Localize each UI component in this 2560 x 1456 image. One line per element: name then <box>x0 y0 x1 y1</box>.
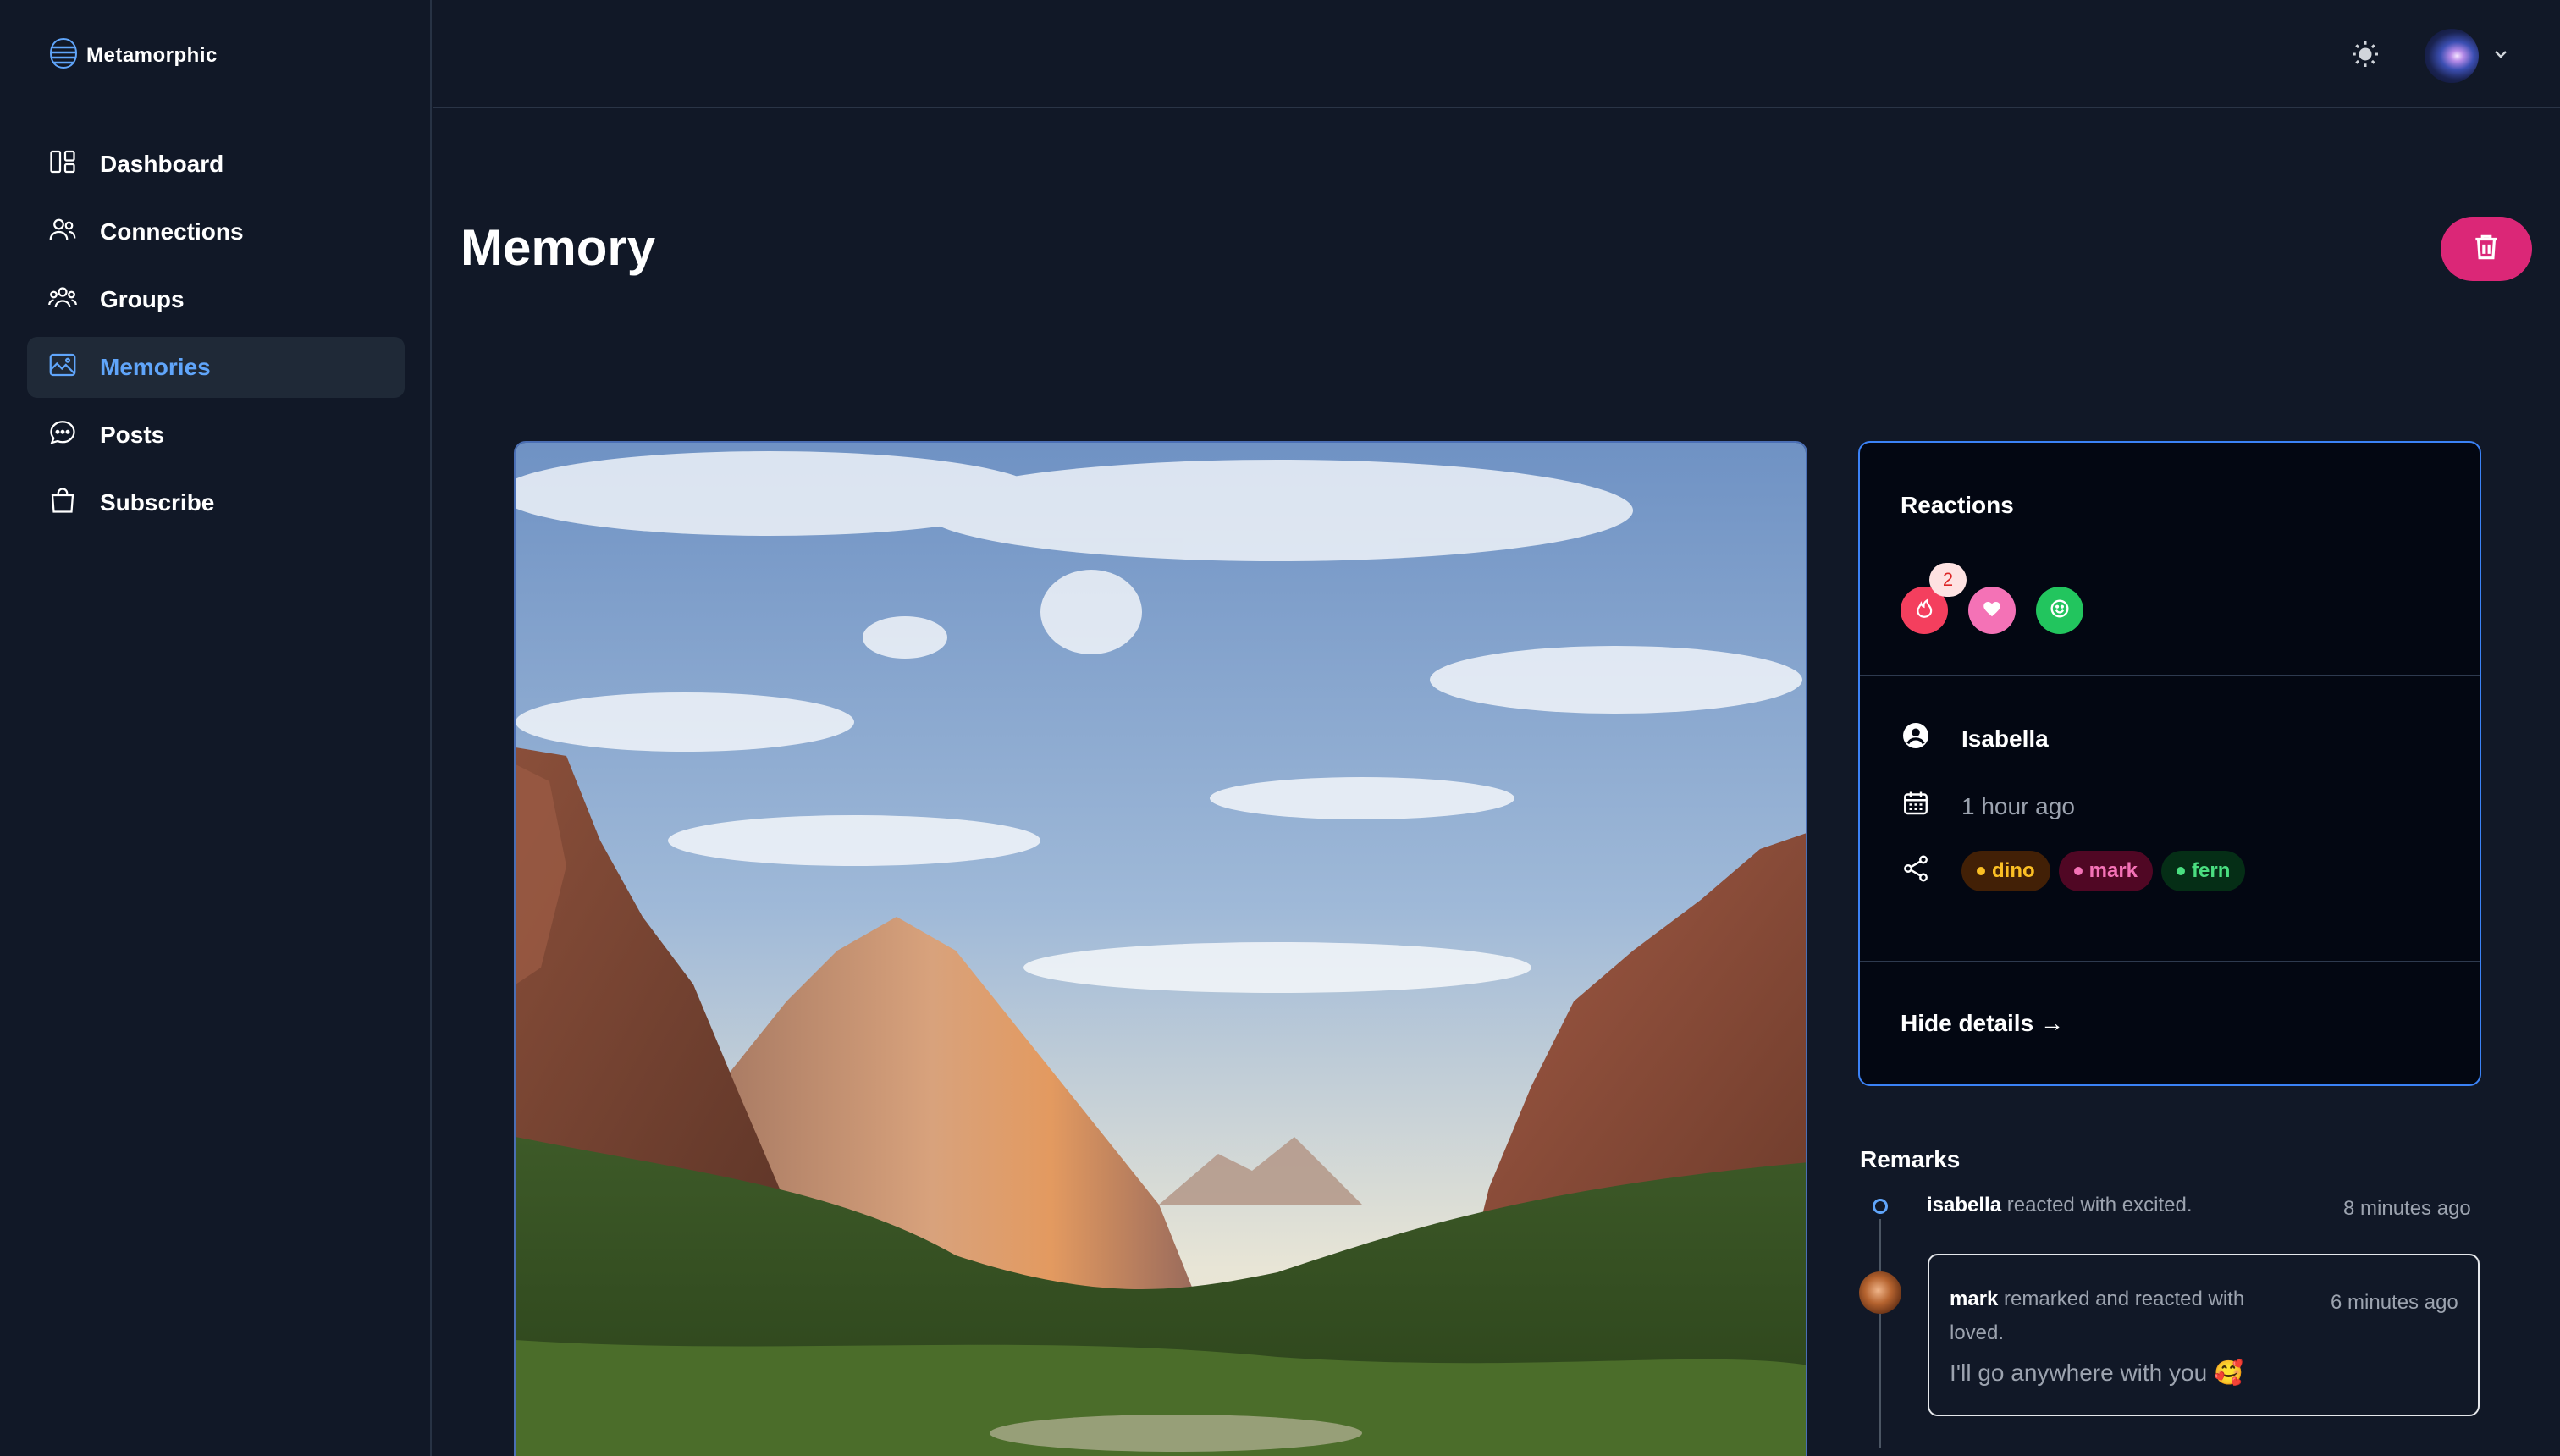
hide-details-link[interactable]: Hide details → <box>1901 1010 2064 1037</box>
remark-text: reacted with excited. <box>2001 1194 2193 1216</box>
dashboard-icon <box>47 146 78 183</box>
remark-time: 6 minutes ago <box>2331 1291 2458 1314</box>
sidebar-item-label: Groups <box>100 286 185 312</box>
reaction-happy-button[interactable] <box>2036 587 2083 634</box>
remark-body: I'll go anywhere with you 🥰 <box>1950 1359 2243 1386</box>
shared-with-tags: dino mark fern <box>1961 851 2246 891</box>
sidebar: Metamorphic Dashboard Connections Groups <box>0 0 432 1456</box>
tag-fern[interactable]: fern <box>2161 851 2246 891</box>
tag-mark[interactable]: mark <box>2058 851 2154 891</box>
reactions-list: 2 <box>1901 563 2083 634</box>
trash-icon <box>2470 231 2502 267</box>
sidebar-item-label: Dashboard <box>100 151 224 177</box>
reaction-loved-button[interactable] <box>1968 587 2016 634</box>
tag-dot <box>2177 867 2186 875</box>
reaction-count-badge: 2 <box>1929 563 1967 597</box>
sidebar-item-connections[interactable]: Connections <box>27 201 405 262</box>
tag-dot <box>2073 867 2083 875</box>
timeline-dot <box>1873 1199 1888 1214</box>
avatar <box>2425 29 2479 83</box>
sidebar-item-posts[interactable]: Posts <box>27 405 405 466</box>
user-circle-icon <box>1901 720 1931 757</box>
tag-label: dino <box>1992 859 2035 882</box>
remark-time: 8 minutes ago <box>2343 1197 2471 1220</box>
remark-header: mark remarked and reacted with loved. <box>1950 1282 2288 1350</box>
reactions-title: Reactions <box>1901 492 2014 518</box>
brand-name: Metamorphic <box>86 43 218 67</box>
sun-icon <box>2350 41 2381 73</box>
chevron-down-icon <box>2491 44 2511 69</box>
chat-bubble-icon <box>47 417 78 454</box>
shopping-bag-icon <box>47 485 78 521</box>
divider <box>1860 675 2480 676</box>
user-menu-button[interactable] <box>2425 29 2511 83</box>
avatar <box>1859 1271 1901 1314</box>
posted-time: 1 hour ago <box>1961 792 2075 819</box>
delete-memory-button[interactable] <box>2441 217 2532 281</box>
sidebar-item-label: Subscribe <box>100 489 215 516</box>
reaction-excited-button[interactable]: 2 <box>1901 563 1967 634</box>
page-title: Memory <box>461 219 656 276</box>
smile-icon <box>2048 597 2072 625</box>
remark-author[interactable]: isabella <box>1927 1194 2001 1216</box>
sidebar-item-subscribe[interactable]: Subscribe <box>27 472 405 533</box>
tag-dino[interactable]: dino <box>1961 851 2050 891</box>
sidebar-item-label: Posts <box>100 422 165 448</box>
theme-toggle-button[interactable] <box>2350 39 2381 74</box>
brand[interactable]: Metamorphic <box>49 37 218 74</box>
fire-icon <box>1913 598 1935 624</box>
date-row: 1 hour ago <box>1901 788 2075 825</box>
user-group-icon <box>47 282 78 318</box>
heart-icon <box>1981 598 2003 624</box>
tag-label: fern <box>2192 859 2231 882</box>
sidebar-item-groups[interactable]: Groups <box>27 269 405 330</box>
remarks-title: Remarks <box>1860 1146 1961 1172</box>
memory-photo <box>514 441 1807 1456</box>
users-icon <box>47 214 78 251</box>
remark-item: isabella reacted with excited. <box>1927 1194 2193 1217</box>
topbar <box>433 0 2560 108</box>
sidebar-nav: Dashboard Connections Groups Memories Po… <box>27 134 405 540</box>
sidebar-item-dashboard[interactable]: Dashboard <box>27 134 405 195</box>
timeline-line <box>1879 1219 1881 1448</box>
tag-label: mark <box>2088 859 2138 882</box>
remark-author[interactable]: mark <box>1950 1288 1998 1310</box>
remark-card: mark remarked and reacted with loved. 6 … <box>1928 1254 2480 1416</box>
shared-with-row: dino mark fern <box>1901 851 2246 891</box>
divider <box>1860 961 2480 962</box>
sidebar-item-label: Memories <box>100 354 211 380</box>
photo-icon <box>47 350 78 386</box>
sidebar-item-memories[interactable]: Memories <box>27 337 405 398</box>
calendar-icon <box>1901 788 1931 825</box>
author-name: Isabella <box>1961 725 2049 752</box>
author-row: Isabella <box>1901 720 2049 757</box>
metamorphic-logo-icon <box>49 37 78 74</box>
tag-dot <box>1977 867 1985 875</box>
memory-details-card: Reactions 2 Isabella 1 hour ago dino mar… <box>1858 441 2481 1086</box>
share-icon <box>1901 853 1931 890</box>
app-root: Metamorphic Dashboard Connections Groups <box>0 0 2560 1456</box>
sidebar-item-label: Connections <box>100 218 244 245</box>
